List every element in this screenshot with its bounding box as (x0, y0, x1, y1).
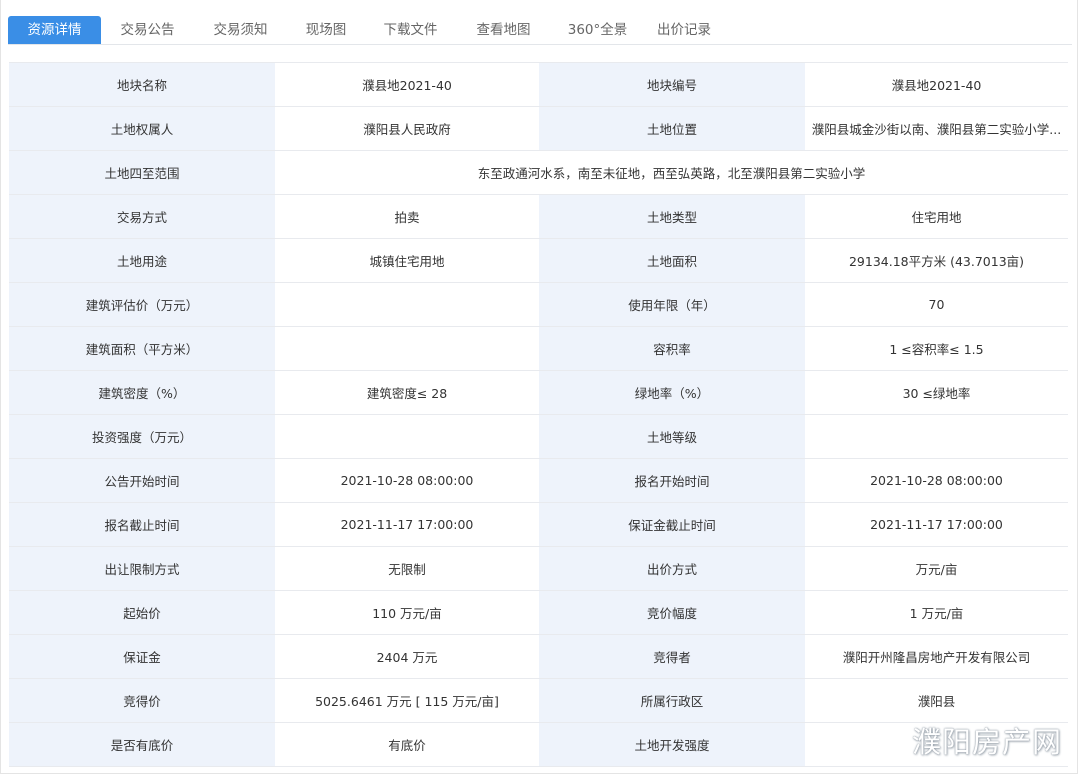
field-value: 濮县地2021-40 (275, 62, 539, 107)
field-value: 东至政通河水系，南至未征地，西至弘英路，北至濮阳县第二实验小学 (275, 150, 1068, 195)
field-value (275, 282, 539, 327)
field-label: 土地类型 (539, 194, 805, 239)
tab-site-photos[interactable]: 现场图 (287, 16, 365, 44)
field-label: 土地开发强度 (539, 722, 805, 767)
table-row: 地块名称 濮县地2021-40 地块编号 濮县地2021-40 (9, 62, 1068, 107)
field-value: 濮阳县城金沙街以南、濮阳县第二实验小学... (805, 106, 1068, 151)
field-label: 土地位置 (539, 106, 805, 151)
tab-trade-announcement[interactable]: 交易公告 (101, 16, 194, 44)
field-label: 容积率 (539, 326, 805, 371)
field-value: 有底价 (275, 722, 539, 767)
tab-panorama-360[interactable]: 360°全景 (551, 16, 644, 44)
field-label: 土地用途 (9, 238, 275, 283)
field-label: 使用年限（年） (539, 282, 805, 327)
table-row: 起始价 110 万元/亩 竞价幅度 1 万元/亩 (9, 590, 1068, 635)
field-value: 2021-10-28 08:00:00 (275, 458, 539, 503)
field-label: 竞得价 (9, 678, 275, 723)
field-label: 建筑面积（平方米） (9, 326, 275, 371)
table-row: 报名截止时间 2021-11-17 17:00:00 保证金截止时间 2021-… (9, 502, 1068, 547)
field-label: 起始价 (9, 590, 275, 635)
field-label: 地块名称 (9, 62, 275, 107)
tab-resource-details[interactable]: 资源详情 (8, 16, 101, 44)
table-row: 建筑密度（%） 建筑密度≤ 28 绿地率（%） 30 ≤绿地率 (9, 370, 1068, 415)
field-value: 住宅用地 (805, 194, 1068, 239)
field-value: 2021-11-17 17:00:00 (275, 502, 539, 547)
table-row: 竞得价 5025.6461 万元 [ 115 万元/亩] 所属行政区 濮阳县 (9, 678, 1068, 723)
field-label: 交易方式 (9, 194, 275, 239)
table-row: 投资强度（万元） 土地等级 (9, 414, 1068, 459)
field-label: 建筑密度（%） (9, 370, 275, 415)
table-row: 出让限制方式 无限制 出价方式 万元/亩 (9, 546, 1068, 591)
field-label: 是否有底价 (9, 722, 275, 767)
field-value (805, 414, 1068, 459)
field-label: 保证金 (9, 634, 275, 679)
table-row: 是否有底价 有底价 土地开发强度 (9, 722, 1068, 767)
table-row: 土地权属人 濮阳县人民政府 土地位置 濮阳县城金沙街以南、濮阳县第二实验小学..… (9, 106, 1068, 151)
field-label: 建筑评估价（万元） (9, 282, 275, 327)
field-value: 濮阳县 (805, 678, 1068, 723)
field-value: 1 万元/亩 (805, 590, 1068, 635)
field-label: 竞得者 (539, 634, 805, 679)
field-value: 2021-10-28 08:00:00 (805, 458, 1068, 503)
tab-view-map[interactable]: 查看地图 (456, 16, 551, 44)
table-row: 交易方式 拍卖 土地类型 住宅用地 (9, 194, 1068, 239)
field-label: 竞价幅度 (539, 590, 805, 635)
field-label: 公告开始时间 (9, 458, 275, 503)
tab-trade-notice[interactable]: 交易须知 (194, 16, 287, 44)
field-label: 保证金截止时间 (539, 502, 805, 547)
field-label: 地块编号 (539, 62, 805, 107)
field-value: 万元/亩 (805, 546, 1068, 591)
field-label: 土地面积 (539, 238, 805, 283)
field-value: 30 ≤绿地率 (805, 370, 1068, 415)
tab-download-files[interactable]: 下载文件 (365, 16, 456, 44)
field-value: 110 万元/亩 (275, 590, 539, 635)
field-value: 2021-11-17 17:00:00 (805, 502, 1068, 547)
table-row: 保证金 2404 万元 竞得者 濮阳开州隆昌房地产开发有限公司 (9, 634, 1068, 679)
field-value (275, 326, 539, 371)
field-label: 土地权属人 (9, 106, 275, 151)
table-row: 公告开始时间 2021-10-28 08:00:00 报名开始时间 2021-1… (9, 458, 1068, 503)
resource-detail-table: 地块名称 濮县地2021-40 地块编号 濮县地2021-40 土地权属人 濮阳… (9, 62, 1068, 767)
field-label: 土地四至范围 (9, 150, 275, 195)
table-row: 土地四至范围 东至政通河水系，南至未征地，西至弘英路，北至濮阳县第二实验小学 (9, 150, 1068, 195)
field-value: 濮阳县人民政府 (275, 106, 539, 151)
table-row: 建筑面积（平方米） 容积率 1 ≤容积率≤ 1.5 (9, 326, 1068, 371)
field-value: 城镇住宅用地 (275, 238, 539, 283)
tab-bar: 资源详情 交易公告 交易须知 现场图 下载文件 查看地图 360°全景 出价记录 (8, 15, 1072, 45)
field-value: 2404 万元 (275, 634, 539, 679)
field-label: 所属行政区 (539, 678, 805, 723)
field-label: 出让限制方式 (9, 546, 275, 591)
field-value: 濮阳开州隆昌房地产开发有限公司 (805, 634, 1068, 679)
field-label: 出价方式 (539, 546, 805, 591)
field-value: 29134.18平方米 (43.7013亩) (805, 238, 1068, 283)
tab-bid-records[interactable]: 出价记录 (644, 16, 724, 44)
field-value: 1 ≤容积率≤ 1.5 (805, 326, 1068, 371)
field-label: 投资强度（万元） (9, 414, 275, 459)
field-value: 无限制 (275, 546, 539, 591)
field-label: 绿地率（%） (539, 370, 805, 415)
field-label: 报名开始时间 (539, 458, 805, 503)
field-value: 70 (805, 282, 1068, 327)
field-value: 5025.6461 万元 [ 115 万元/亩] (275, 678, 539, 723)
field-value: 建筑密度≤ 28 (275, 370, 539, 415)
field-label: 土地等级 (539, 414, 805, 459)
site-watermark: 濮阳房产网 (911, 725, 1062, 759)
table-row: 土地用途 城镇住宅用地 土地面积 29134.18平方米 (43.7013亩) (9, 238, 1068, 283)
field-value (275, 414, 539, 459)
field-value: 濮县地2021-40 (805, 62, 1068, 107)
table-row: 建筑评估价（万元） 使用年限（年） 70 (9, 282, 1068, 327)
field-label: 报名截止时间 (9, 502, 275, 547)
field-value: 拍卖 (275, 194, 539, 239)
